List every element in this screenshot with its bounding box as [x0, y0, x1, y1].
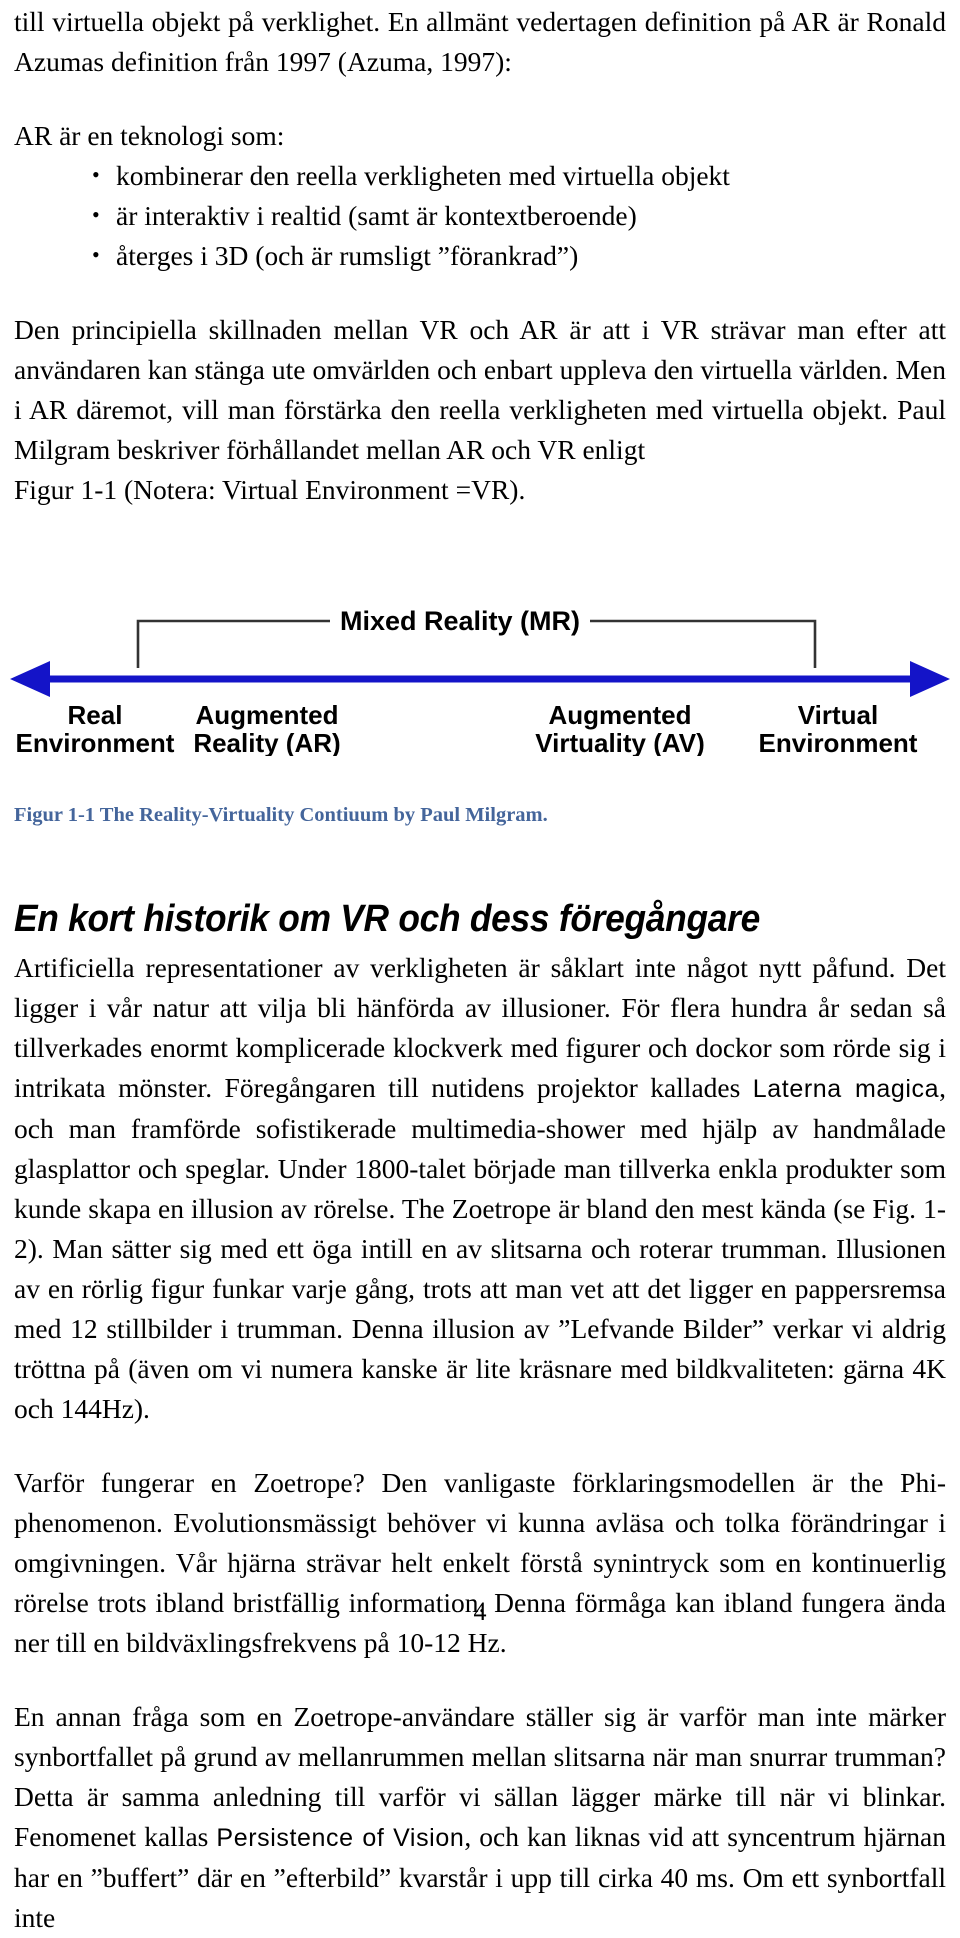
history-text-part2: , och man framförde sofistikerade multim… — [14, 1072, 947, 1424]
bracket-label: Mixed Reality (MR) — [340, 606, 580, 636]
bracket-left — [136, 619, 330, 668]
page-number: 4 — [473, 1597, 487, 1626]
endpoint-label-av-line2: Virtuality (AV) — [535, 728, 705, 756]
ar-definition-list: kombinerar den reella verkligheten med v… — [14, 155, 946, 276]
heading-top-spacer — [14, 828, 946, 896]
arrowhead-left-icon — [10, 661, 50, 697]
page-title: En kort historik om VR och dess föregång… — [14, 898, 761, 940]
figure-top-spacer — [14, 510, 946, 556]
bracket-right — [590, 619, 817, 668]
arrowhead-right-icon — [910, 661, 950, 697]
paragraph-continued-top: till virtuella objekt på verklighet. En … — [14, 6, 946, 77]
list-item: återges i 3D (och är rumsligt ”förankrad… — [92, 235, 946, 276]
term-laterna-magica: Laterna magica — [752, 1075, 940, 1103]
list-item: kombinerar den reella verkligheten med v… — [92, 155, 946, 196]
endpoint-label-ar-line1: Augmented — [196, 700, 339, 730]
figure-caption: Figur 1-1 The Reality-Virtuality Contiuu… — [14, 804, 548, 826]
document-page: till virtuella objekt på verklighet. En … — [0, 0, 960, 1933]
paragraph-vr-ar-difference: Den principiella skillnaden mellan VR oc… — [14, 314, 946, 465]
endpoint-label-ve-line2: Environment — [759, 728, 918, 756]
paragraph-history: Artificiella representationer av verklig… — [14, 948, 946, 1429]
endpoint-label-real-line2: Environment — [16, 728, 175, 756]
ar-definition-intro: AR är en teknologi som: — [14, 120, 285, 151]
term-persistence-of-vision: Persistence of Vision — [216, 1824, 465, 1852]
paragraph-phi-phenomenon: Varför fungerar en Zoetrope? Den vanliga… — [14, 1467, 946, 1658]
list-item: är interaktiv i realtid (samt är kontext… — [92, 195, 946, 236]
endpoint-label-ar-line2: Reality (AR) — [193, 728, 340, 756]
continuum-diagram: Mixed Reality (MR) Real Environment Augm… — [10, 606, 950, 756]
figure-reference-line: Figur 1-1 (Notera: Virtual Environment =… — [14, 474, 526, 505]
figure-reality-virtuality-continuum: Mixed Reality (MR) Real Environment Augm… — [0, 556, 960, 756]
endpoint-label-av-line1: Augmented — [549, 700, 692, 730]
paragraph-persistence-of-vision: En annan fråga som en Zoetrope-användare… — [14, 1697, 946, 1938]
endpoint-label-real-line1: Real — [68, 700, 123, 730]
caption-top-spacer — [14, 756, 946, 802]
endpoint-label-ve-line1: Virtual — [798, 700, 878, 730]
